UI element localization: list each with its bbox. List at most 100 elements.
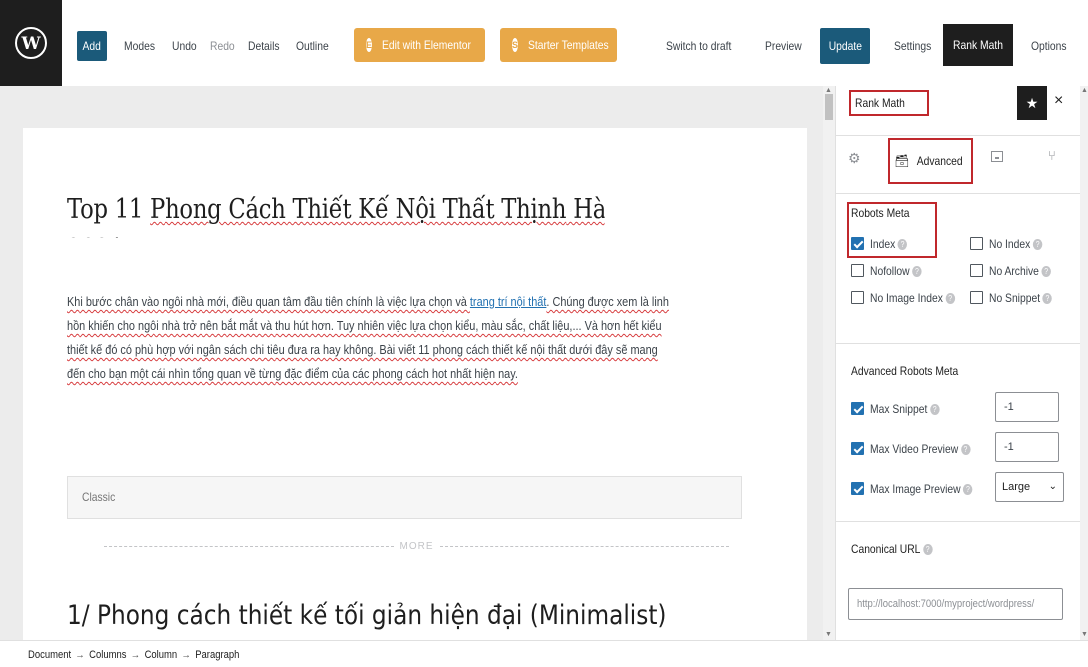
nofollow-checkbox[interactable] [851,264,864,277]
update-button[interactable]: Update [820,28,870,64]
editor-canvas: Top 11 Phong Cách Thiết Kế Nội Thất Thịn… [0,86,823,640]
no-image-index-label: No Image Index? [870,291,955,305]
canvas-scrollbar[interactable]: ▲ ▼ [823,86,835,640]
settings-button[interactable]: Settings [894,31,931,61]
para-line-1a: Khi bước chân vào ngôi nhà mới, điều qua… [67,294,470,309]
help-icon[interactable]: ? [1042,293,1053,305]
canvas-scroll-thumb[interactable] [825,94,833,120]
more-label: MORE [399,540,434,552]
max-image-preview-checkbox[interactable] [851,482,864,495]
title-part-c: Hành [573,194,605,225]
rank-math-toolbar-button[interactable]: Rank Math [943,24,1013,66]
index-label: Index? [870,237,908,251]
more-dash-left [104,545,394,547]
canonical-url-input[interactable]: http://localhost:7000/myproject/wordpres… [848,588,1063,620]
no-snippet-label: No Snippet? [989,291,1053,305]
max-snippet-checkbox[interactable] [851,402,864,415]
no-snippet-checkbox[interactable] [970,291,983,304]
breadcrumb: Document → Columns → Column → Paragraph [28,649,239,661]
help-icon[interactable]: ? [912,266,922,278]
title-part-a: Top 11 [67,194,151,225]
breadcrumb-sep: → [181,649,191,661]
interior-link[interactable]: trang trí nội thất [470,294,546,309]
help-icon[interactable]: ? [897,239,908,251]
tab-advanced[interactable]: 🗃 Advanced [888,138,973,184]
sidebar-tabs: ⚙ 🗃 Advanced ⑂ [836,136,1080,194]
para-line-4: đến cho bạn một cái nhìn tổng quan về từ… [67,366,518,381]
robots-meta-section: Robots Meta Index? No Index? Nofollow? N… [836,194,1080,344]
post-heading-2[interactable]: 1/ Phong cách thiết kế tối giản hiện đại… [67,600,667,631]
breadcrumb-column[interactable]: Column [145,649,178,661]
redo-button[interactable]: Redo [210,31,235,61]
edit-with-elementor-button[interactable]: E Edit with Elementor [354,28,485,62]
scroll-up-icon[interactable]: ▲ [825,87,832,94]
classic-block[interactable]: Classic [67,476,742,519]
max-video-preview-input[interactable]: -1 [995,432,1059,462]
breadcrumb-document[interactable]: Document [28,649,71,661]
modes-button[interactable]: Modes [124,31,155,61]
help-icon[interactable]: ? [945,293,955,305]
no-index-checkbox[interactable] [970,237,983,250]
scroll-down-icon[interactable]: ▼ [1081,631,1088,638]
para-line-1b: . Chúng được xem là linh [546,294,669,309]
help-icon[interactable]: ? [922,544,933,556]
svg-text:W: W [20,34,41,54]
max-snippet-label: Max Snippet? [870,402,940,416]
sidebar-scrollbar[interactable]: ▲ ▼ [1080,86,1088,640]
details-button[interactable]: Details [248,31,280,61]
title-line-2: 2021 [67,230,124,238]
elementor-icon: E [366,38,373,52]
gear-icon[interactable]: ⚙ [848,150,861,167]
scroll-down-icon[interactable]: ▼ [825,631,832,638]
options-button[interactable]: Options [1031,31,1067,61]
close-icon[interactable]: × [1054,92,1063,110]
no-archive-checkbox[interactable] [970,264,983,277]
star-icon[interactable]: ★ [1017,86,1047,120]
max-snippet-input[interactable]: -1 [995,392,1059,422]
canonical-section: Canonical URL? [836,522,1080,640]
breadcrumb-paragraph[interactable]: Paragraph [195,649,239,661]
max-image-preview-select[interactable]: Large ⌄ [995,472,1064,502]
help-icon[interactable]: ? [1041,266,1051,278]
snippet-box-icon[interactable] [991,151,1003,162]
advanced-robots-section: Advanced Robots Meta Max Snippet? -1 Max… [836,344,1080,522]
help-icon[interactable]: ? [929,404,940,416]
help-icon[interactable]: ? [963,484,973,496]
scroll-up-icon[interactable]: ▲ [1081,87,1088,94]
no-image-index-checkbox[interactable] [851,291,864,304]
help-icon[interactable]: ? [960,444,971,456]
outline-button[interactable]: Outline [296,31,329,61]
undo-button[interactable]: Undo [172,31,197,61]
sidebar-title: Rank Math [849,90,929,116]
starter-templates-icon: S [512,38,519,52]
post-paragraph[interactable]: Khi bước chân vào ngôi nhà mới, điều qua… [67,290,714,386]
sidebar-header: Rank Math ★ × [836,86,1080,136]
more-dash-right [439,545,729,547]
preview-button[interactable]: Preview [765,31,802,61]
help-icon[interactable]: ? [1032,239,1043,251]
schema-icon[interactable]: ⑂ [1048,148,1056,163]
para-line-3: thiết kế đó có phù hợp với ngân sách chi… [67,342,658,357]
robots-meta-label: Robots Meta [851,206,910,220]
block-breadcrumb-bar: Document → Columns → Column → Paragraph [0,640,1088,667]
wordpress-logo-icon[interactable]: W [0,0,62,86]
max-video-preview-checkbox[interactable] [851,442,864,455]
breadcrumb-sep: → [75,649,85,661]
more-separator[interactable]: MORE [104,538,729,554]
breadcrumb-sep: → [130,649,141,661]
post-title[interactable]: Top 11 Phong Cách Thiết Kế Nội Thất Thịn… [67,190,605,238]
nofollow-label: Nofollow? [870,264,922,278]
breadcrumb-columns[interactable]: Columns [89,649,126,661]
index-checkbox[interactable] [851,237,864,250]
editor-app: W Add Modes Undo Redo Details Outline E … [0,0,1088,667]
starter-templates-button[interactable]: S Starter Templates [500,28,617,62]
title-part-b: Phong Cách Thiết Kế Nội Thất Thịnh [150,194,567,225]
advanced-robots-label: Advanced Robots Meta [851,364,959,378]
add-block-button[interactable]: Add [77,31,107,61]
no-archive-label: No Archive? [989,264,1051,278]
chevron-down-icon: ⌄ [1048,481,1057,492]
toolbox-icon: 🗃 [894,154,910,168]
no-index-label: No Index? [989,237,1043,251]
editor-toolbar: W Add Modes Undo Redo Details Outline E … [0,0,1088,86]
switch-to-draft-button[interactable]: Switch to draft [666,31,731,61]
